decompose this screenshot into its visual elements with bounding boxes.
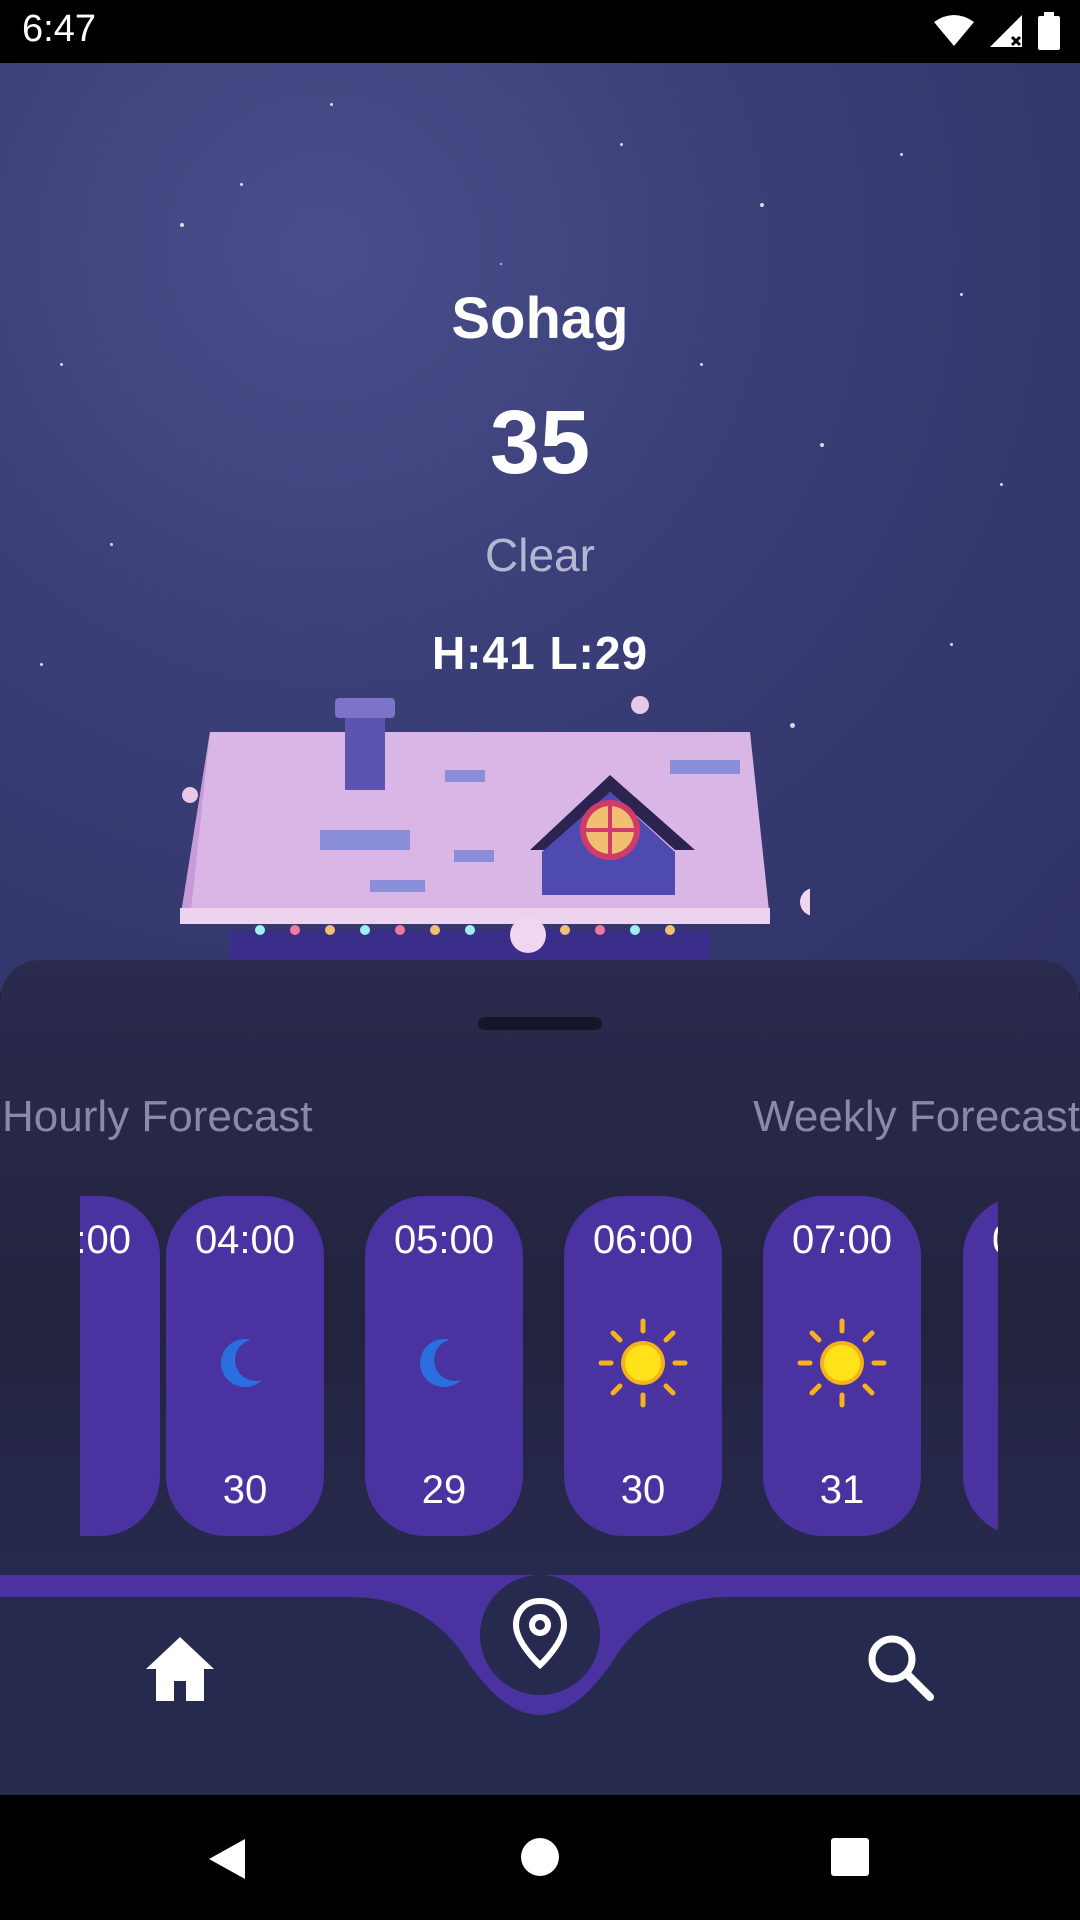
system-navigation-bar <box>0 1795 1080 1920</box>
hour-time: 04:00 <box>194 1218 296 1262</box>
sheet-drag-handle[interactable] <box>478 1017 602 1030</box>
hour-card[interactable]: 05:00 29 <box>365 1196 523 1536</box>
hour-card[interactable]: 08:00 <box>963 1196 998 1536</box>
moon-icon <box>221 1339 277 1387</box>
back-icon[interactable] <box>205 1835 249 1883</box>
hour-temperature: 29 <box>421 1468 467 1512</box>
status-icons <box>934 12 1060 50</box>
city-name: Sohag <box>451 286 629 351</box>
house-illustration <box>180 696 810 980</box>
hour-temperature: 30 <box>620 1468 666 1512</box>
wifi-icon <box>934 15 974 46</box>
hour-time: 03:00 <box>80 1218 132 1262</box>
hour-time: 07:00 <box>791 1218 893 1262</box>
cellular-signal-icon <box>990 15 1022 47</box>
location-button[interactable] <box>480 1575 600 1695</box>
hourly-forecast-list[interactable]: 03:00 04:00 30 05:00 29 06:00 <box>80 1196 998 1536</box>
recents-icon[interactable] <box>830 1837 870 1877</box>
location-pin-icon <box>512 1597 568 1670</box>
bottom-navigation <box>0 1575 1080 1795</box>
weather-condition: Clear <box>485 529 595 581</box>
status-time: 6:47 <box>22 8 96 50</box>
sun-icon <box>598 1318 688 1408</box>
hour-card[interactable]: 07:00 31 <box>763 1196 921 1536</box>
home-circle-icon[interactable] <box>520 1837 560 1877</box>
status-bar: 6:47 <box>0 0 1080 63</box>
hour-time: 06:00 <box>592 1218 694 1262</box>
tab-weekly-forecast[interactable]: Weekly Forecast <box>753 1092 1080 1142</box>
search-icon[interactable] <box>860 1627 940 1707</box>
hour-card[interactable]: 03:00 <box>80 1196 160 1536</box>
moon-icon <box>420 1339 476 1387</box>
high-low-temperature: H:41 L:29 <box>431 627 649 679</box>
hour-time: 05:00 <box>393 1218 495 1262</box>
hour-time: 08:00 <box>963 1218 998 1263</box>
sun-icon <box>797 1318 887 1408</box>
hour-temperature: 31 <box>819 1468 865 1512</box>
battery-icon <box>1038 12 1060 50</box>
hour-temperature: 30 <box>222 1468 268 1512</box>
current-temperature: 35 <box>489 393 591 493</box>
home-icon[interactable] <box>140 1629 220 1709</box>
hour-card[interactable]: 06:00 30 <box>564 1196 722 1536</box>
hour-card[interactable]: 04:00 30 <box>166 1196 324 1536</box>
tab-hourly-forecast[interactable]: Hourly Forecast <box>2 1092 313 1142</box>
